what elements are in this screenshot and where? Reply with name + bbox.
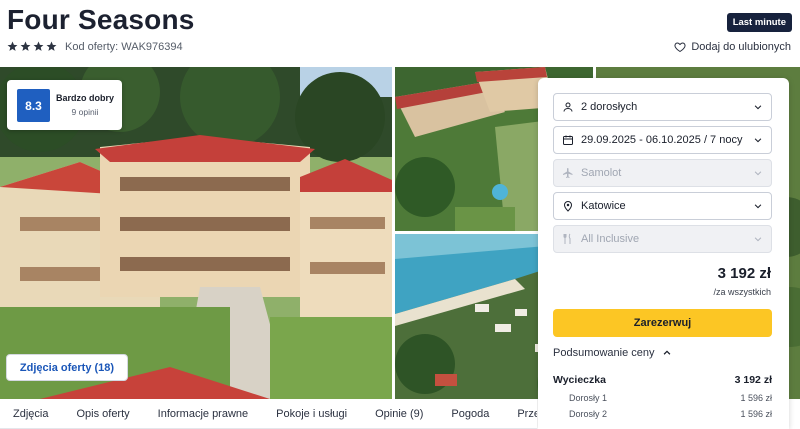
departure-select[interactable]: Katowice [553, 192, 772, 220]
star-icon [33, 41, 44, 51]
rating-label: Bardzo dobry [55, 93, 114, 103]
heart-icon [674, 42, 686, 53]
summary-adult-row: Dorosły 2 1 596 zł [553, 409, 772, 419]
price-note: /za wszystkich [713, 287, 771, 297]
favorite-label: Dodaj do ulubionych [691, 41, 791, 53]
chevron-down-icon [754, 204, 762, 209]
offer-photos-button[interactable]: Zdjęcia oferty (18) [6, 354, 128, 381]
transport-select: Samolot [553, 159, 772, 187]
rating-card: 8.3 Bardzo dobry 9 opinii [7, 80, 122, 130]
board-select: All Inclusive [553, 225, 772, 253]
tab-legal-info[interactable]: Informacje prawne [158, 408, 249, 420]
summary-adult-label: Dorosły 1 [569, 393, 608, 403]
chevron-down-icon [754, 171, 762, 176]
chevron-down-icon [754, 138, 762, 143]
cutlery-icon [563, 233, 571, 244]
calendar-icon [563, 135, 573, 145]
chevron-up-icon [663, 350, 670, 355]
last-minute-badge: Last minute [726, 13, 792, 32]
tab-before-trip[interactable]: Przed [517, 408, 537, 420]
tab-reviews[interactable]: Opinie (9) [375, 408, 423, 420]
star-icon [20, 41, 31, 51]
price-summary-toggle[interactable]: Podsumowanie ceny [553, 347, 672, 359]
star-rating [7, 41, 57, 52]
guests-value: 2 dorosłych [581, 101, 638, 113]
total-price: 3 192 zł [717, 265, 771, 282]
airplane-icon [563, 168, 573, 178]
star-icon [46, 41, 57, 51]
tab-weather[interactable]: Pogoda [451, 408, 489, 420]
chevron-down-icon [754, 105, 762, 110]
summary-adult-value: 1 596 zł [740, 393, 772, 403]
dates-select[interactable]: 29.09.2025 - 06.10.2025 / 7 nocy [553, 126, 772, 154]
summary-trip-row: Wycieczka 3 192 zł [553, 374, 772, 386]
booking-panel: 2 dorosłych 29.09.2025 - 06.10.2025 / 7 … [538, 78, 789, 429]
hotel-title: Four Seasons [7, 4, 195, 35]
summary-adult-label: Dorosły 2 [569, 409, 608, 419]
rating-count: 9 opinii [71, 107, 99, 117]
dates-value: 29.09.2025 - 06.10.2025 / 7 nocy [581, 134, 743, 146]
board-value: All Inclusive [581, 233, 640, 245]
chevron-down-icon [754, 237, 762, 242]
departure-value: Katowice [581, 200, 626, 212]
summary-trip-value: 3 192 zł [734, 374, 772, 386]
tab-description[interactable]: Opis oferty [76, 408, 129, 420]
offer-code: Kod oferty: WAK976394 [65, 41, 183, 53]
summary-trip-label: Wycieczka [553, 374, 606, 386]
offer-tabs: Zdjęcia Opis oferty Informacje prawne Po… [0, 399, 537, 429]
book-button[interactable]: Zarezerwuj [553, 309, 772, 337]
rating-score: 8.3 [17, 89, 50, 122]
summary-adult-row: Dorosły 1 1 596 zł [553, 393, 772, 403]
guests-select[interactable]: 2 dorosłych [553, 93, 772, 121]
price-summary-label: Podsumowanie ceny [553, 347, 655, 359]
star-icon [7, 41, 18, 51]
tab-photos[interactable]: Zdjęcia [13, 408, 48, 420]
summary-adult-value: 1 596 zł [740, 409, 772, 419]
add-to-favorites-button[interactable]: Dodaj do ulubionych [674, 41, 791, 53]
person-icon [563, 102, 573, 112]
tab-rooms-services[interactable]: Pokoje i usługi [276, 408, 347, 420]
location-pin-icon [563, 201, 573, 212]
transport-value: Samolot [581, 167, 622, 179]
